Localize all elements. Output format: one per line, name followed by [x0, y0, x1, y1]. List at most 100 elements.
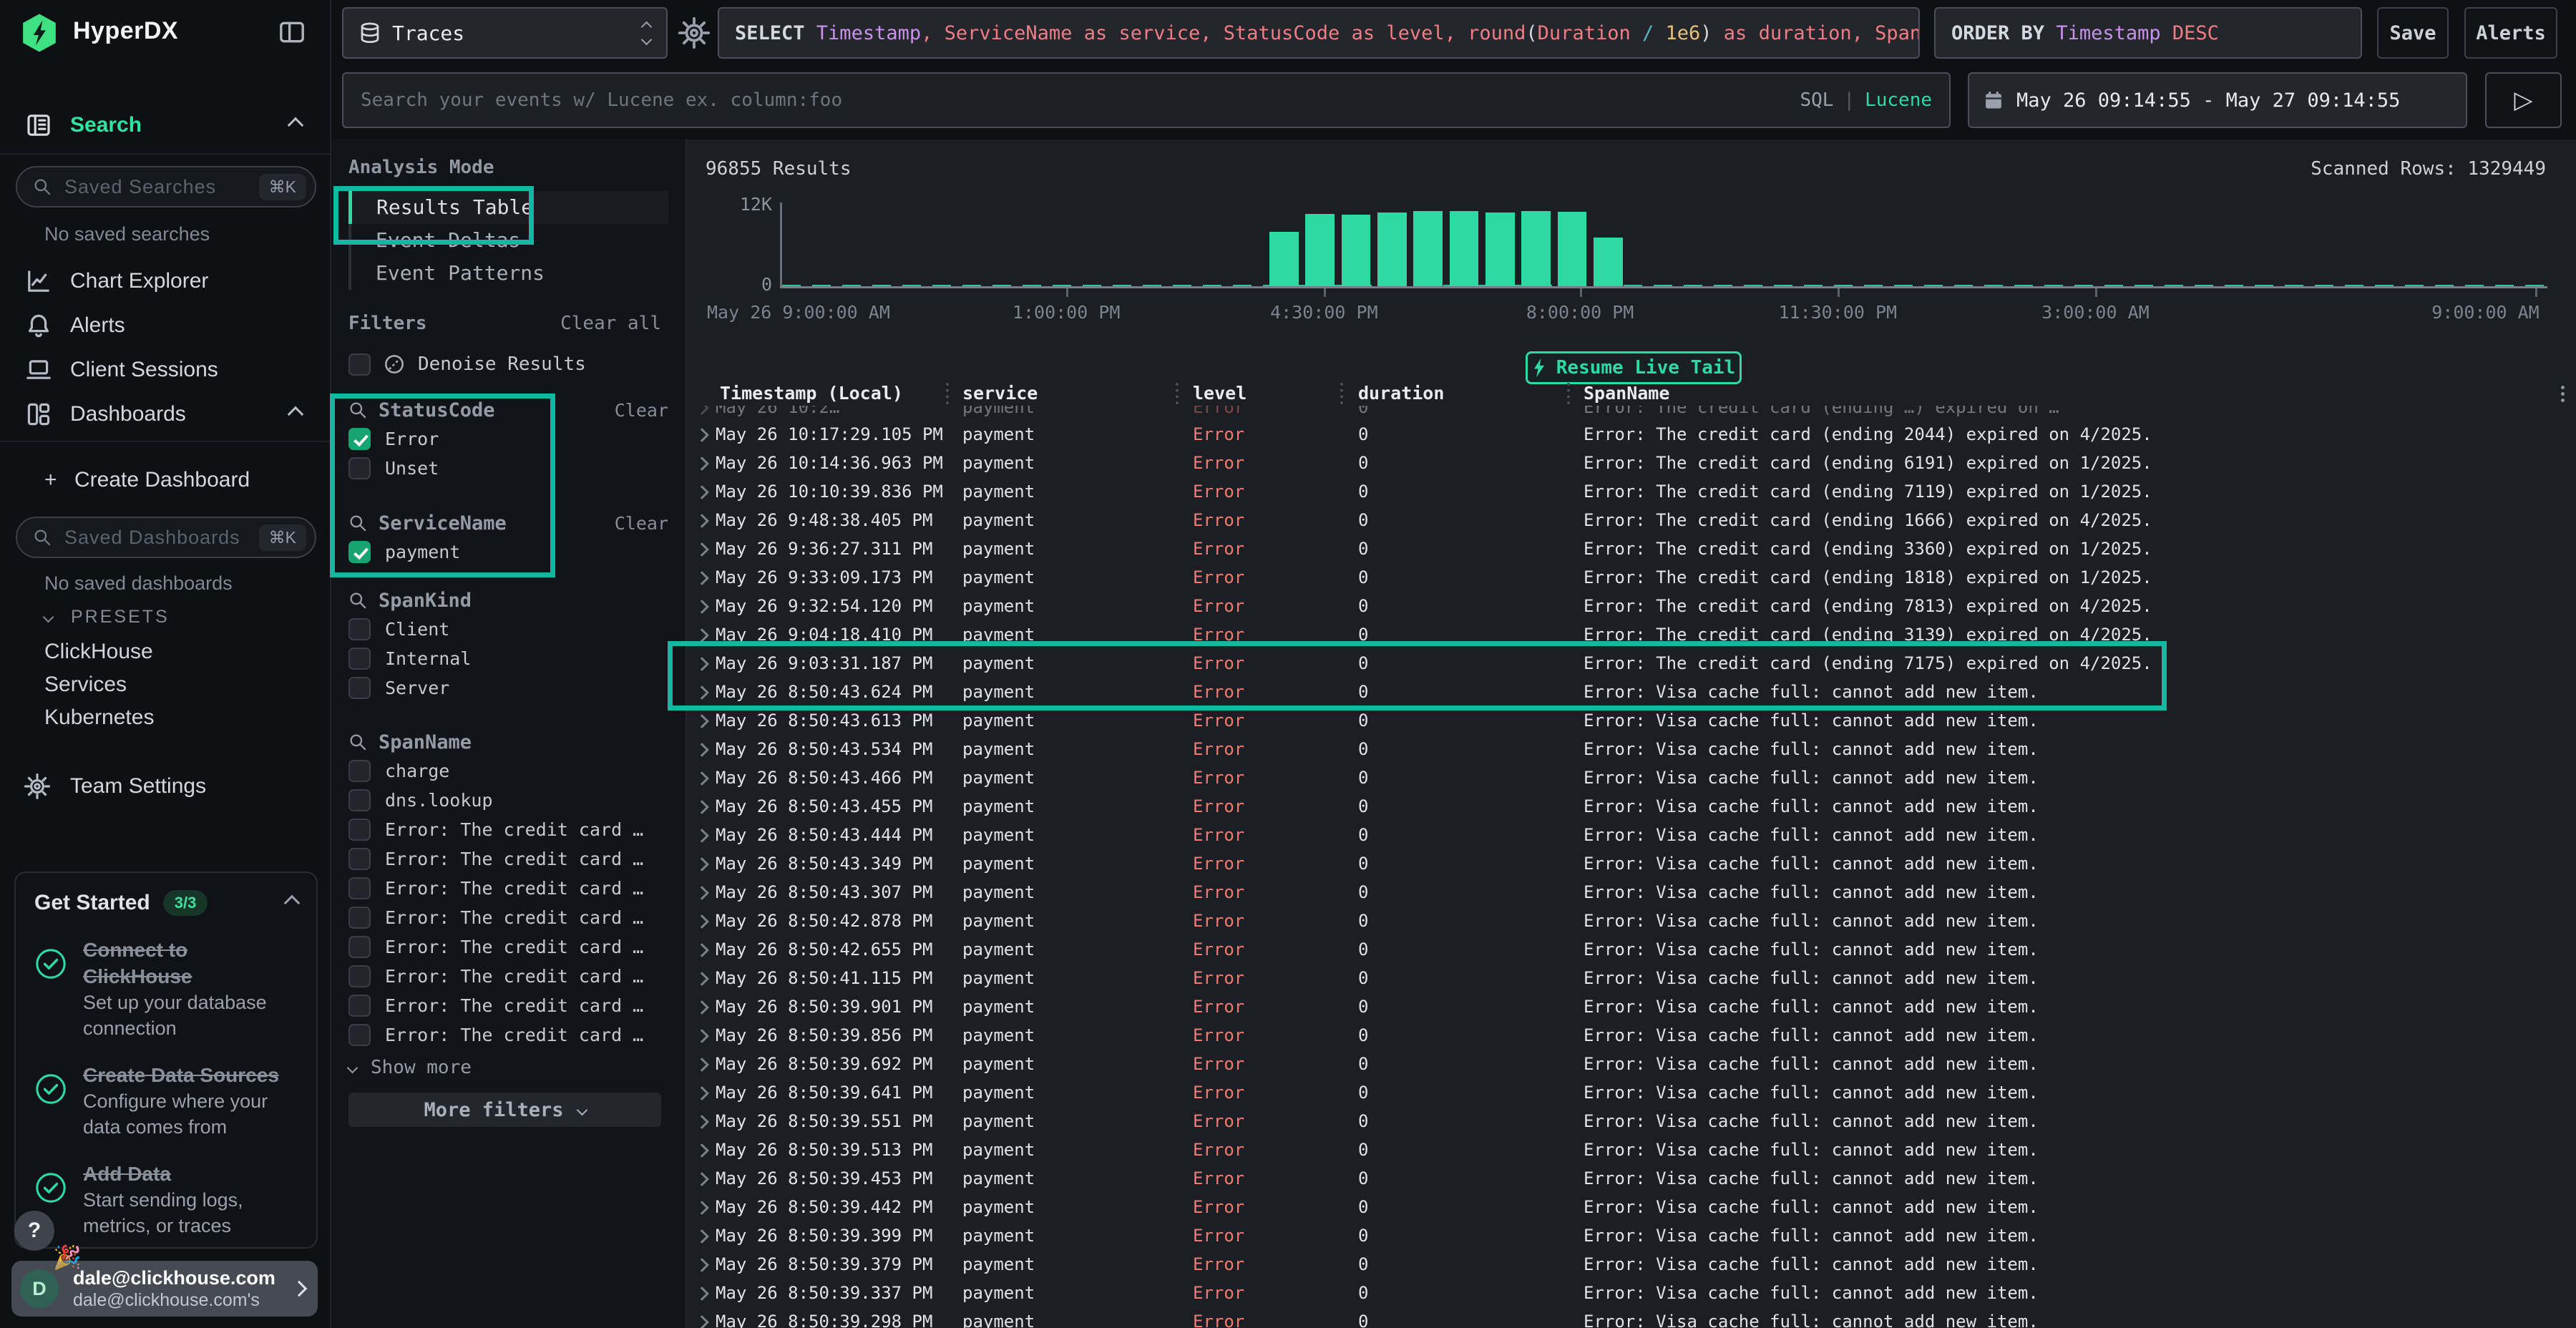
checkbox[interactable] [348, 936, 371, 958]
filter-option[interactable]: payment [348, 537, 668, 567]
table-row[interactable]: May 26 8:50:39.692 PM payment Error 0 Er… [687, 1050, 2576, 1078]
analysis-mode-option[interactable]: Event Patterns [348, 257, 668, 290]
expand-chevron-icon[interactable] [695, 542, 709, 557]
table-row[interactable]: May 26 8:50:39.641 PM payment Error 0 Er… [687, 1078, 2576, 1107]
expand-chevron-icon[interactable] [695, 1172, 709, 1186]
expand-chevron-icon[interactable] [695, 857, 709, 872]
search-input[interactable]: Search your events w/ Lucene ex. column:… [342, 72, 1951, 128]
table-row[interactable]: May 26 8:50:39.399 PM payment Error 0 Er… [687, 1221, 2576, 1250]
clear-button[interactable]: Clear [615, 513, 668, 534]
expand-chevron-icon[interactable] [695, 1315, 709, 1328]
table-row[interactable]: May 26 8:50:39.379 PM payment Error 0 Er… [687, 1250, 2576, 1279]
denoise-toggle[interactable]: Denoise Results [348, 348, 586, 380]
table-row[interactable]: May 26 8:50:39.442 PM payment Error 0 Er… [687, 1193, 2576, 1221]
table-row[interactable]: May 26 8:50:41.115 PM payment Error 0 Er… [687, 964, 2576, 992]
expand-chevron-icon[interactable] [695, 1000, 709, 1015]
expand-chevron-icon[interactable] [695, 1201, 709, 1215]
filter-option[interactable]: Error: The credit card … [348, 844, 668, 874]
resume-live-tail-button[interactable]: Resume Live Tail [1526, 351, 1742, 384]
table-row[interactable]: May 26 8:50:43.624 PM payment Error 0 Er… [687, 678, 2576, 706]
preset-item[interactable]: ClickHouse [44, 640, 153, 664]
checkbox[interactable] [348, 428, 371, 450]
expand-chevron-icon[interactable] [695, 657, 709, 671]
sidebar-item-dashboards[interactable]: Dashboards [0, 395, 330, 434]
column-header-spanname[interactable]: SpanName [1584, 383, 1669, 404]
analysis-mode-option[interactable]: Results Table [348, 191, 668, 224]
expand-chevron-icon[interactable] [695, 514, 709, 528]
expand-chevron-icon[interactable] [695, 628, 709, 643]
expand-chevron-icon[interactable] [695, 600, 709, 614]
table-row[interactable]: May 26 8:50:43.349 PM payment Error 0 Er… [687, 849, 2576, 878]
expand-chevron-icon[interactable] [695, 1258, 709, 1272]
filter-option[interactable]: Server [348, 673, 668, 703]
expand-chevron-icon[interactable] [695, 800, 709, 814]
table-row[interactable]: May 26 8:50:39.551 PM payment Error 0 Er… [687, 1107, 2576, 1136]
checkbox[interactable] [348, 1024, 371, 1046]
table-row[interactable]: May 26 9:48:38.405 PM payment Error 0 Er… [687, 506, 2576, 534]
checkbox[interactable] [348, 457, 371, 479]
filter-option[interactable]: Error: The credit card … [348, 815, 668, 844]
toggle-lucene[interactable]: Lucene [1865, 89, 1932, 111]
filter-option[interactable]: Error: The credit card … [348, 991, 668, 1020]
table-row[interactable]: May 26 10:10:39.836 PM payment Error 0 E… [687, 477, 2576, 506]
column-resize-handle[interactable] [1340, 383, 1343, 404]
checkbox[interactable] [348, 618, 371, 640]
show-more-button[interactable]: Show more [348, 1057, 472, 1078]
filter-option[interactable]: Error: The credit card … [348, 962, 668, 991]
expand-chevron-icon[interactable] [695, 1115, 709, 1129]
sidebar-item-alerts[interactable]: Alerts [0, 306, 330, 345]
sidebar-item-search[interactable]: Search [0, 106, 330, 145]
table-row[interactable]: May 26 8:50:43.307 PM payment Error 0 Er… [687, 878, 2576, 907]
preset-item[interactable]: Services [44, 673, 127, 697]
column-header-duration[interactable]: duration [1358, 383, 1444, 404]
filter-option[interactable]: Error: The credit card … [348, 903, 668, 932]
table-row[interactable]: May 26 8:50:39.337 PM payment Error 0 Er… [687, 1279, 2576, 1307]
expand-chevron-icon[interactable] [695, 743, 709, 757]
filter-option[interactable]: Error [348, 424, 668, 454]
checkbox[interactable] [348, 541, 371, 563]
help-button[interactable]: ? [14, 1211, 54, 1251]
expand-chevron-icon[interactable] [695, 943, 709, 957]
toggle-sql[interactable]: SQL [1800, 89, 1833, 111]
table-row[interactable]: May 26 8:50:43.466 PM payment Error 0 Er… [687, 763, 2576, 792]
table-row[interactable]: May 26 9:32:54.120 PM payment Error 0 Er… [687, 592, 2576, 620]
filter-option[interactable]: Error: The credit card … [348, 1020, 668, 1050]
checkbox[interactable] [348, 789, 371, 811]
expand-chevron-icon[interactable] [695, 1143, 709, 1158]
saved-searches-input[interactable]: Saved Searches ⌘K [16, 166, 316, 208]
get-started-item[interactable]: Add Data Start sending logs, metrics, or… [34, 1161, 298, 1239]
filter-option[interactable]: Client [348, 615, 668, 644]
sidebar-item-client-sessions[interactable]: Client Sessions [0, 351, 330, 389]
analysis-mode-option[interactable]: Event Deltas [348, 224, 668, 257]
presets-toggle[interactable]: PRESETS [44, 607, 170, 628]
table-row[interactable]: May 26 10:17:29.105 PM payment Error 0 E… [687, 420, 2576, 449]
run-query-button[interactable]: ▷ [2485, 72, 2562, 128]
clear-all-button[interactable]: Clear all [560, 313, 661, 334]
expand-chevron-icon[interactable] [695, 1286, 709, 1301]
checkbox[interactable] [348, 877, 371, 899]
gear-icon[interactable] [677, 16, 711, 50]
checkbox[interactable] [348, 995, 371, 1017]
table-row[interactable]: May 26 8:50:43.534 PM payment Error 0 Er… [687, 735, 2576, 763]
table-row[interactable]: May 26 8:50:42.878 PM payment Error 0 Er… [687, 907, 2576, 935]
save-button[interactable]: Save [2377, 7, 2449, 59]
filter-option[interactable]: Error: The credit card … [348, 932, 668, 962]
checkbox[interactable] [348, 760, 371, 782]
checkbox[interactable] [348, 819, 371, 841]
expand-chevron-icon[interactable] [695, 829, 709, 843]
column-resize-handle[interactable] [946, 383, 949, 404]
collapse-sidebar-icon[interactable] [278, 19, 306, 46]
expand-chevron-icon[interactable] [695, 1086, 709, 1100]
table-row[interactable]: May 26 9:04:18.410 PM payment Error 0 Er… [687, 620, 2576, 649]
column-header-service[interactable]: service [962, 383, 1038, 404]
filter-option[interactable]: Internal [348, 644, 668, 673]
expand-chevron-icon[interactable] [695, 428, 709, 442]
expand-chevron-icon[interactable] [695, 456, 709, 471]
clear-button[interactable]: Clear [615, 400, 668, 421]
checkbox[interactable] [348, 848, 371, 870]
table-row[interactable]: May 26 8:50:42.655 PM payment Error 0 Er… [687, 935, 2576, 964]
column-header-level[interactable]: level [1193, 383, 1246, 404]
checkbox[interactable] [348, 907, 371, 929]
table-row[interactable]: May 26 8:50:39.453 PM payment Error 0 Er… [687, 1164, 2576, 1193]
table-row[interactable]: May 26 8:50:39.856 PM payment Error 0 Er… [687, 1021, 2576, 1050]
